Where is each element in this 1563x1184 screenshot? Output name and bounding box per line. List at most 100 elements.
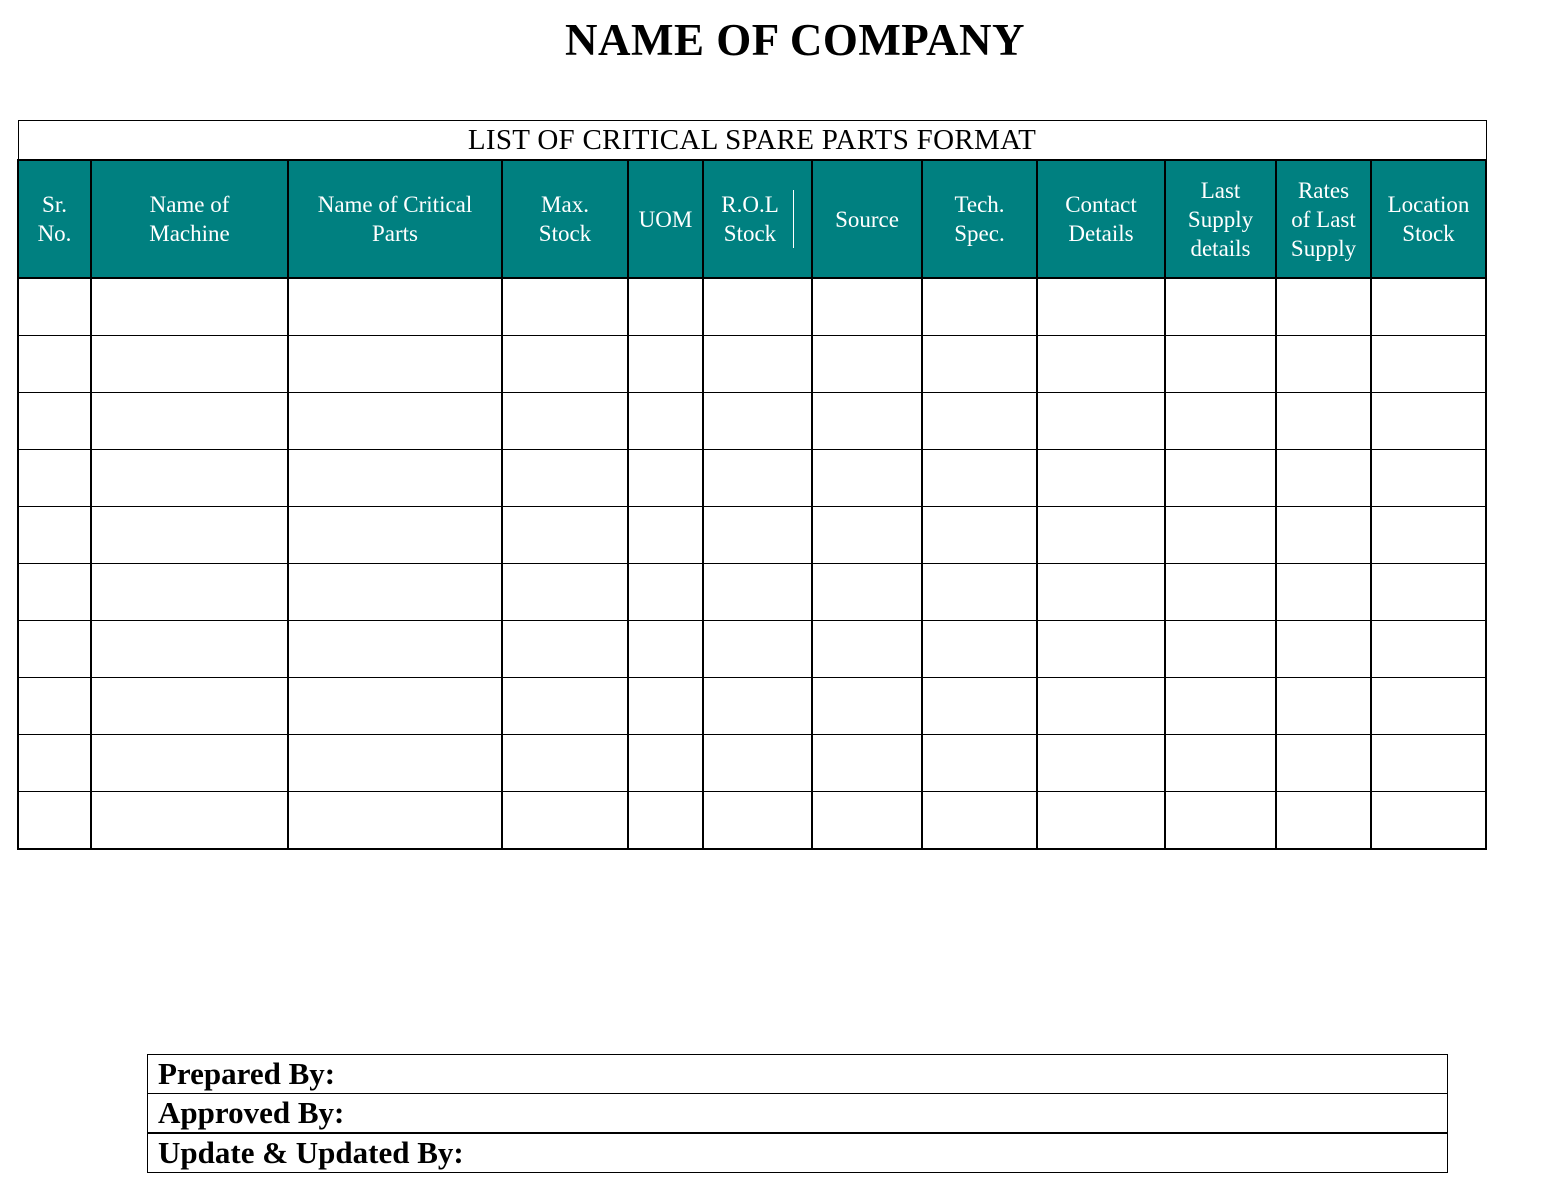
table-cell[interactable] — [921, 677, 1038, 735]
table-cell[interactable] — [90, 335, 289, 393]
table-cell[interactable] — [501, 449, 629, 507]
table-cell[interactable] — [1370, 335, 1487, 393]
table-cell[interactable] — [90, 563, 289, 621]
table-cell[interactable] — [921, 277, 1038, 336]
approved-by-field[interactable]: Approved By: — [147, 1093, 1448, 1134]
table-cell[interactable] — [1036, 791, 1166, 850]
table-cell[interactable] — [501, 277, 629, 336]
table-cell[interactable] — [811, 506, 923, 564]
table-cell[interactable] — [1275, 677, 1372, 735]
table-cell[interactable] — [702, 277, 813, 336]
table-cell[interactable] — [921, 563, 1038, 621]
table-cell[interactable] — [287, 277, 503, 336]
table-cell[interactable] — [1370, 677, 1487, 735]
table-cell[interactable] — [1164, 449, 1277, 507]
table-cell[interactable] — [1164, 277, 1277, 336]
table-cell[interactable] — [17, 277, 92, 336]
table-cell[interactable] — [702, 563, 813, 621]
table-cell[interactable] — [921, 734, 1038, 792]
table-cell[interactable] — [811, 563, 923, 621]
table-cell[interactable] — [17, 791, 92, 850]
table-cell[interactable] — [702, 791, 813, 850]
table-cell[interactable] — [501, 506, 629, 564]
table-cell[interactable] — [1275, 791, 1372, 850]
table-cell[interactable] — [811, 677, 923, 735]
table-cell[interactable] — [1036, 734, 1166, 792]
table-cell[interactable] — [90, 277, 289, 336]
table-cell[interactable] — [627, 563, 704, 621]
table-cell[interactable] — [287, 449, 503, 507]
table-cell[interactable] — [811, 449, 923, 507]
table-cell[interactable] — [811, 620, 923, 678]
table-cell[interactable] — [1370, 563, 1487, 621]
table-cell[interactable] — [1036, 620, 1166, 678]
table-cell[interactable] — [1164, 734, 1277, 792]
table-cell[interactable] — [1275, 620, 1372, 678]
table-cell[interactable] — [627, 734, 704, 792]
table-cell[interactable] — [501, 791, 629, 850]
table-cell[interactable] — [17, 506, 92, 564]
table-cell[interactable] — [17, 392, 92, 450]
table-cell[interactable] — [287, 620, 503, 678]
table-cell[interactable] — [90, 677, 289, 735]
table-cell[interactable] — [1036, 449, 1166, 507]
table-cell[interactable] — [627, 791, 704, 850]
table-cell[interactable] — [1164, 620, 1277, 678]
table-cell[interactable] — [1164, 335, 1277, 393]
table-cell[interactable] — [702, 620, 813, 678]
table-cell[interactable] — [17, 734, 92, 792]
table-cell[interactable] — [1370, 449, 1487, 507]
table-cell[interactable] — [702, 449, 813, 507]
table-cell[interactable] — [287, 791, 503, 850]
table-cell[interactable] — [921, 506, 1038, 564]
table-cell[interactable] — [1275, 335, 1372, 393]
table-cell[interactable] — [1370, 791, 1487, 850]
table-cell[interactable] — [627, 506, 704, 564]
table-cell[interactable] — [811, 277, 923, 336]
table-cell[interactable] — [1036, 335, 1166, 393]
table-cell[interactable] — [287, 392, 503, 450]
table-cell[interactable] — [1164, 677, 1277, 735]
table-cell[interactable] — [287, 734, 503, 792]
table-cell[interactable] — [627, 335, 704, 393]
table-cell[interactable] — [811, 335, 923, 393]
table-cell[interactable] — [1370, 620, 1487, 678]
table-cell[interactable] — [501, 563, 629, 621]
table-cell[interactable] — [287, 335, 503, 393]
table-cell[interactable] — [627, 620, 704, 678]
table-cell[interactable] — [287, 563, 503, 621]
table-cell[interactable] — [811, 392, 923, 450]
table-cell[interactable] — [921, 620, 1038, 678]
table-cell[interactable] — [702, 506, 813, 564]
table-cell[interactable] — [1370, 277, 1487, 336]
table-cell[interactable] — [921, 392, 1038, 450]
table-cell[interactable] — [17, 677, 92, 735]
table-cell[interactable] — [90, 620, 289, 678]
table-cell[interactable] — [702, 335, 813, 393]
table-cell[interactable] — [1036, 506, 1166, 564]
table-cell[interactable] — [921, 791, 1038, 850]
table-cell[interactable] — [1164, 563, 1277, 621]
table-cell[interactable] — [287, 677, 503, 735]
table-cell[interactable] — [501, 335, 629, 393]
table-cell[interactable] — [1275, 392, 1372, 450]
table-cell[interactable] — [1370, 734, 1487, 792]
table-cell[interactable] — [1275, 563, 1372, 621]
table-cell[interactable] — [1036, 677, 1166, 735]
table-cell[interactable] — [702, 734, 813, 792]
table-cell[interactable] — [501, 677, 629, 735]
table-cell[interactable] — [90, 506, 289, 564]
table-cell[interactable] — [627, 449, 704, 507]
table-cell[interactable] — [90, 449, 289, 507]
table-cell[interactable] — [17, 335, 92, 393]
table-cell[interactable] — [921, 449, 1038, 507]
table-cell[interactable] — [1036, 563, 1166, 621]
table-cell[interactable] — [1164, 791, 1277, 850]
table-cell[interactable] — [627, 277, 704, 336]
table-cell[interactable] — [702, 392, 813, 450]
table-cell[interactable] — [1370, 392, 1487, 450]
table-cell[interactable] — [501, 392, 629, 450]
table-cell[interactable] — [1164, 392, 1277, 450]
table-cell[interactable] — [627, 392, 704, 450]
table-cell[interactable] — [1164, 506, 1277, 564]
